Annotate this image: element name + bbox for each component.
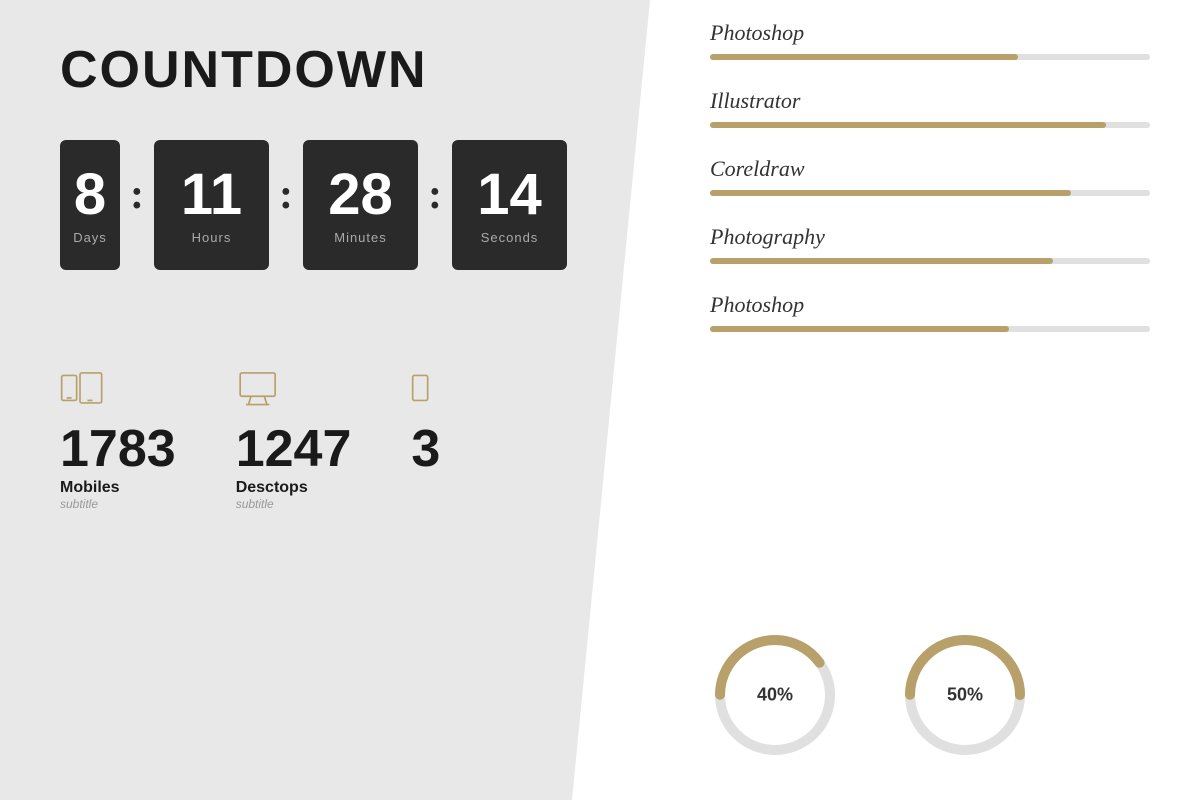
- seconds-block: 14 Seconds: [452, 140, 567, 270]
- countdown-units: 8 Days : 11 Hours : 28 Minutes : 14 Seco…: [60, 140, 590, 270]
- skill-name-3: Photography: [710, 224, 1150, 250]
- hours-block: 11 Hours: [154, 140, 269, 270]
- separator-2: :: [279, 174, 293, 216]
- third-stat: 3: [411, 370, 471, 511]
- desktops-number: 1247: [236, 423, 352, 475]
- mobiles-title: Mobiles: [60, 479, 120, 497]
- skill-item: Coreldraw: [710, 156, 1150, 196]
- separator-3: :: [428, 174, 442, 216]
- desktop-icon: [236, 370, 286, 415]
- donut-label-1: 50%: [947, 685, 983, 706]
- separator-1: :: [130, 174, 144, 216]
- skill-item: Photography: [710, 224, 1150, 264]
- skill-bar-fill-2: [710, 190, 1071, 196]
- third-icon: [411, 370, 461, 415]
- skill-item: Illustrator: [710, 88, 1150, 128]
- skill-bar-fill-3: [710, 258, 1053, 264]
- skill-bar-fill-1: [710, 122, 1106, 128]
- minutes-number: 28: [328, 166, 393, 224]
- donut-container-1: 50%: [900, 630, 1030, 760]
- left-panel: COUNTDOWN 8 Days : 11 Hours : 28 Minutes…: [0, 0, 650, 800]
- seconds-label: Seconds: [481, 230, 539, 245]
- donut-label-0: 40%: [757, 685, 793, 706]
- desktops-stat: 1247 Desctops subtitle: [236, 370, 352, 511]
- skill-name-0: Photoshop: [710, 20, 1150, 46]
- skill-bar-bg-0: [710, 54, 1150, 60]
- skill-bar-bg-2: [710, 190, 1150, 196]
- donut-container-0: 40%: [710, 630, 840, 760]
- skill-name-4: Photoshop: [710, 292, 1150, 318]
- desktops-title: Desctops: [236, 479, 308, 497]
- skill-bar-fill-4: [710, 326, 1009, 332]
- donuts-section: 40% 50%: [710, 630, 1150, 780]
- hours-number: 11: [181, 166, 242, 224]
- right-panel: Photoshop Illustrator Coreldraw Photogra…: [650, 0, 1200, 800]
- mobiles-number: 1783: [60, 423, 176, 475]
- minutes-label: Minutes: [334, 230, 387, 245]
- mobiles-subtitle: subtitle: [60, 497, 98, 511]
- days-number: 8: [74, 166, 106, 224]
- donut-wrapper-0: 40%: [710, 630, 840, 760]
- skill-bar-bg-4: [710, 326, 1150, 332]
- donut-wrapper-1: 50%: [900, 630, 1030, 760]
- skill-item: Photoshop: [710, 292, 1150, 332]
- desktops-subtitle: subtitle: [236, 497, 274, 511]
- skill-bar-bg-1: [710, 122, 1150, 128]
- countdown-title: COUNTDOWN: [60, 40, 590, 100]
- skill-item: Photoshop: [710, 20, 1150, 60]
- mobiles-stat: 1783 Mobiles subtitle: [60, 370, 176, 511]
- stats-section: 1783 Mobiles subtitle 1247 Desctops subt…: [60, 370, 590, 511]
- days-block: 8 Days: [60, 140, 120, 270]
- skills-section: Photoshop Illustrator Coreldraw Photogra…: [710, 20, 1150, 610]
- mobile-icon: [60, 370, 110, 415]
- skill-bar-bg-3: [710, 258, 1150, 264]
- skill-bar-fill-0: [710, 54, 1018, 60]
- skill-name-1: Illustrator: [710, 88, 1150, 114]
- days-label: Days: [73, 230, 107, 245]
- hours-label: Hours: [192, 230, 232, 245]
- skill-name-2: Coreldraw: [710, 156, 1150, 182]
- third-number: 3: [411, 423, 440, 475]
- seconds-number: 14: [477, 166, 542, 224]
- minutes-block: 28 Minutes: [303, 140, 418, 270]
